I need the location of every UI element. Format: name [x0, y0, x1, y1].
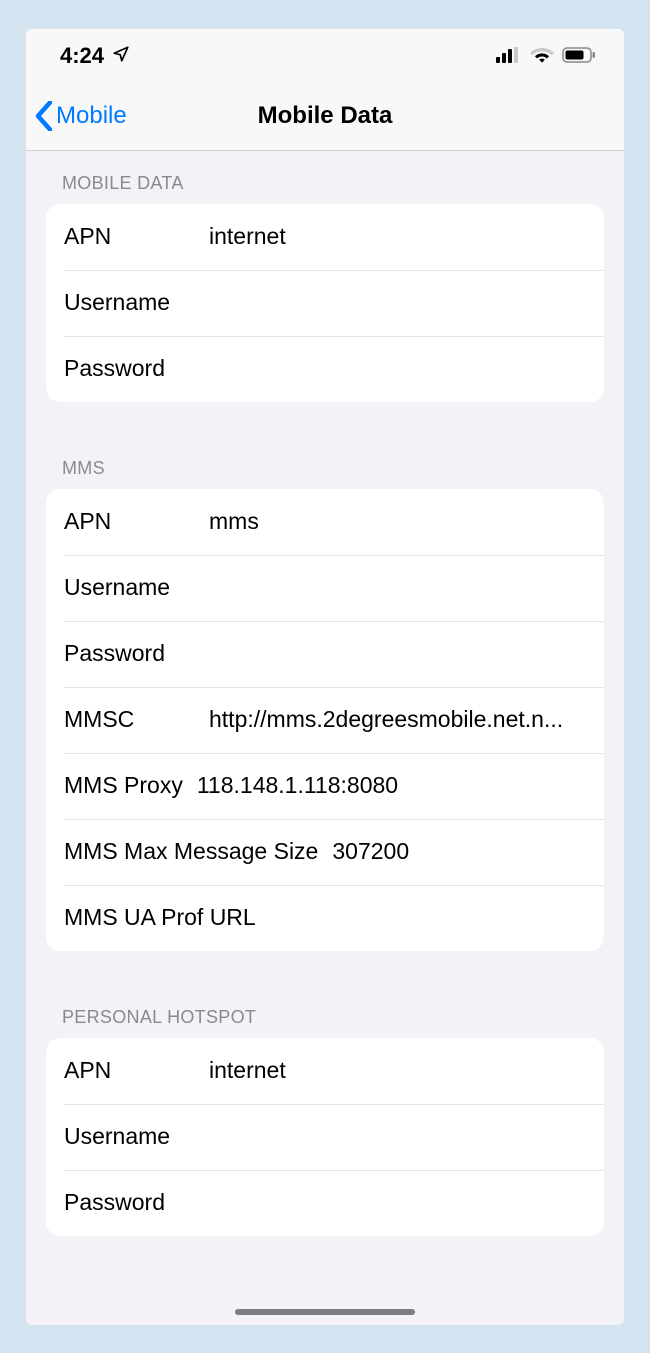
- status-time: 4:24: [60, 43, 104, 69]
- row-label: Password: [64, 355, 209, 382]
- mms-mmsc-input[interactable]: [209, 706, 586, 733]
- mms-proxy-row[interactable]: MMS Proxy: [46, 753, 604, 819]
- cellular-signal-icon: [496, 43, 522, 69]
- back-label: Mobile: [56, 102, 127, 130]
- mobile-data-apn-row[interactable]: APN: [46, 204, 604, 270]
- mms-maxsize-row[interactable]: MMS Max Message Size: [46, 819, 604, 885]
- mobile-data-card: APN Username Password: [46, 204, 604, 402]
- row-label: Password: [64, 1189, 209, 1216]
- mms-proxy-input[interactable]: [197, 772, 586, 799]
- hotspot-password-row[interactable]: Password: [46, 1170, 604, 1236]
- nav-bar: Mobile Mobile Data: [26, 83, 624, 151]
- row-label: MMS Proxy: [64, 772, 197, 799]
- row-label: Username: [64, 289, 209, 316]
- settings-screen: 4:24: [26, 29, 624, 1325]
- chevron-left-icon: [34, 101, 54, 131]
- hotspot-apn-input[interactable]: [209, 1057, 586, 1084]
- section-header-mms: MMS: [46, 438, 604, 489]
- mms-apn-row[interactable]: APN: [46, 489, 604, 555]
- hotspot-password-input[interactable]: [209, 1189, 586, 1216]
- section-header-hotspot: PERSONAL HOTSPOT: [46, 987, 604, 1038]
- row-label: APN: [64, 223, 209, 250]
- mobile-data-username-input[interactable]: [209, 289, 586, 316]
- mms-card: APN Username Password MMSC MMS Proxy MMS…: [46, 489, 604, 951]
- row-label: MMS Max Message Size: [64, 838, 332, 865]
- wifi-icon: [530, 43, 554, 69]
- hotspot-apn-row[interactable]: APN: [46, 1038, 604, 1104]
- home-indicator[interactable]: [235, 1309, 415, 1315]
- status-bar: 4:24: [26, 29, 624, 83]
- mms-password-row[interactable]: Password: [46, 621, 604, 687]
- mms-maxsize-input[interactable]: [332, 838, 586, 865]
- mms-uaprof-row[interactable]: MMS UA Prof URL: [46, 885, 604, 951]
- mms-username-input[interactable]: [209, 574, 586, 601]
- mms-uaprof-input[interactable]: [270, 904, 586, 931]
- back-button[interactable]: Mobile: [34, 101, 127, 131]
- hotspot-username-input[interactable]: [209, 1123, 586, 1150]
- row-label: APN: [64, 1057, 209, 1084]
- mms-username-row[interactable]: Username: [46, 555, 604, 621]
- mobile-data-apn-input[interactable]: [209, 223, 586, 250]
- row-label: APN: [64, 508, 209, 535]
- hotspot-card: APN Username Password: [46, 1038, 604, 1236]
- mms-apn-input[interactable]: [209, 508, 586, 535]
- section-header-mobile-data: MOBILE DATA: [46, 151, 604, 204]
- mms-password-input[interactable]: [209, 640, 586, 667]
- content-scroll[interactable]: MOBILE DATA APN Username Password MMS AP…: [26, 151, 624, 1325]
- hotspot-username-row[interactable]: Username: [46, 1104, 604, 1170]
- row-label: Username: [64, 1123, 209, 1150]
- mobile-data-username-row[interactable]: Username: [46, 270, 604, 336]
- mobile-data-password-row[interactable]: Password: [46, 336, 604, 402]
- battery-icon: [562, 43, 596, 69]
- row-label: MMSC: [64, 706, 209, 733]
- mobile-data-password-input[interactable]: [209, 355, 586, 382]
- row-label: Password: [64, 640, 209, 667]
- mms-mmsc-row[interactable]: MMSC: [46, 687, 604, 753]
- row-label: Username: [64, 574, 209, 601]
- location-icon: [112, 43, 130, 69]
- row-label: MMS UA Prof URL: [64, 904, 270, 931]
